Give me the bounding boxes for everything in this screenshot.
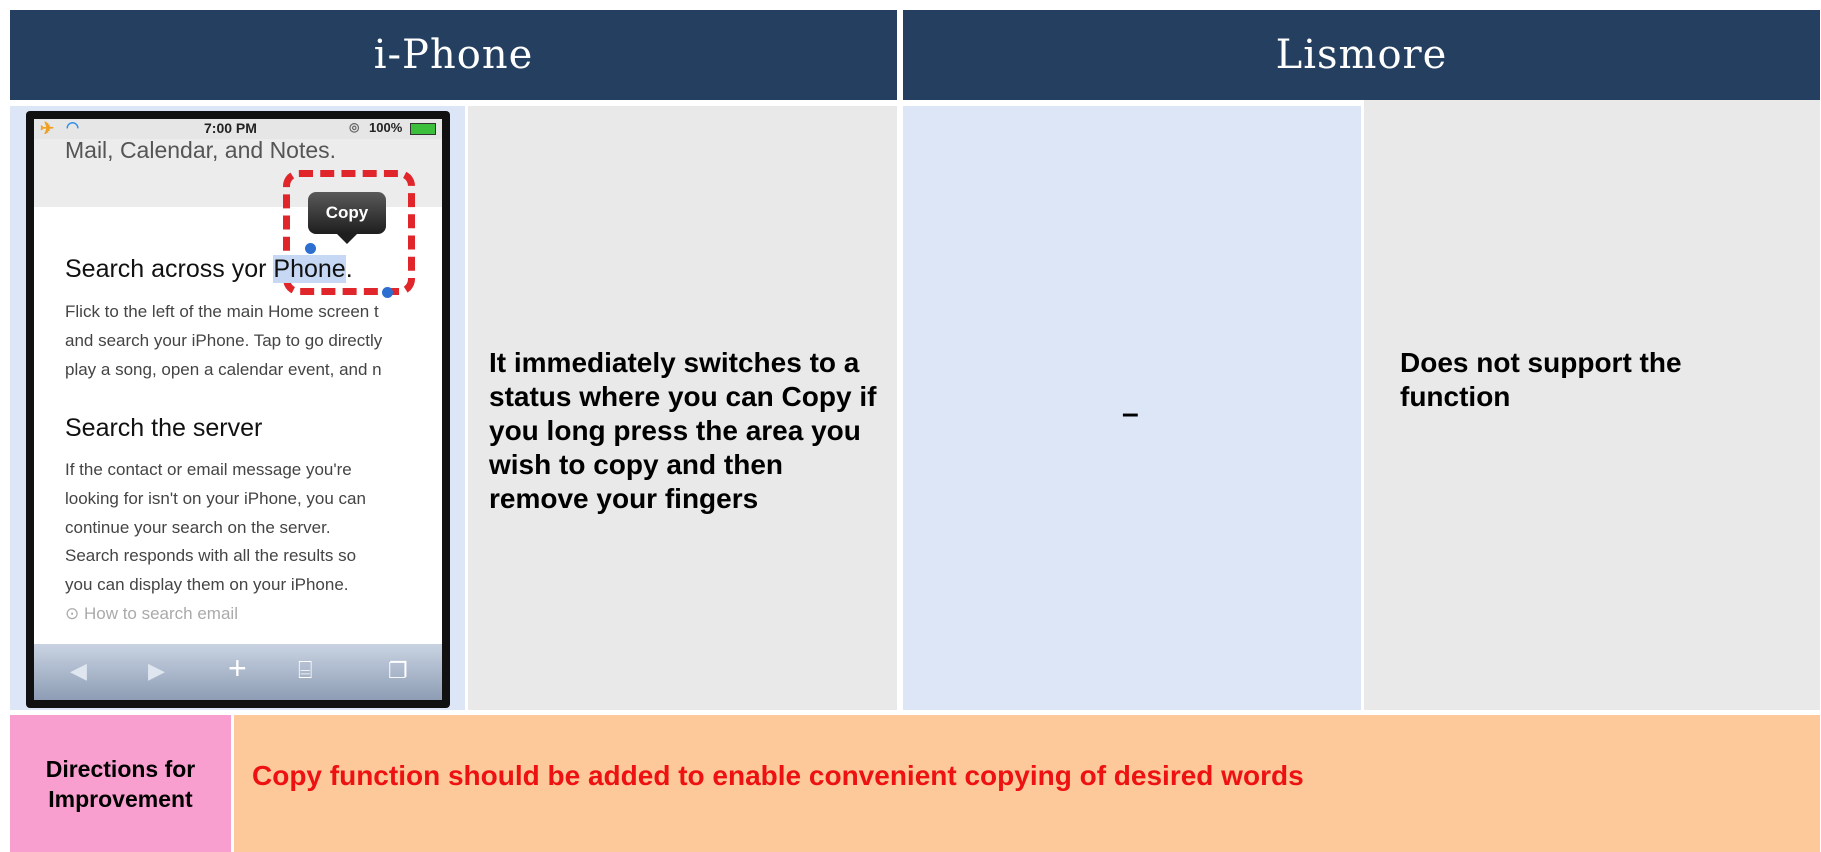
add-icon[interactable]: + (228, 652, 247, 684)
copy-button-label: Copy (325, 203, 369, 222)
para1-line3: play a song, open a calendar event, and … (65, 360, 382, 379)
lismore-value: – (1122, 397, 1139, 430)
heading-search-across: Search across yor Phone. (65, 255, 353, 284)
selection-handle-start[interactable] (305, 243, 316, 254)
search-email-link-label: How to search email (83, 604, 238, 623)
safari-toolbar: ◀ ▶ + ⌸ ❐ (34, 644, 442, 700)
airplane-icon: ✈ (40, 119, 55, 138)
para1-line2: and search your iPhone. Tap to go direct… (65, 331, 383, 350)
copy-popup-pointer (336, 233, 358, 244)
wifi-icon: ◠ (66, 119, 80, 136)
heading-prefix: Search across yo (65, 255, 259, 283)
para2-line5: you can display them on your iPhone. (65, 575, 349, 594)
circle-arrow-icon: ⊙ (65, 604, 84, 623)
iphone-screen: ✈ ◠ 7:00 PM ◎ 100% Mail, Calendar, and N… (34, 119, 442, 700)
heading-mid: r (258, 255, 274, 283)
pages-icon[interactable]: ❐ (388, 656, 408, 686)
improvement-text-cell: Copy function should be added to enable … (234, 715, 1820, 852)
header-lismore-title: Lismore (1275, 32, 1448, 78)
battery-icon (410, 123, 436, 135)
forward-icon[interactable]: ▶ (148, 656, 165, 686)
header-lismore: Lismore (903, 10, 1820, 100)
heading-search-server: Search the server (65, 414, 263, 442)
lismore-description-cell: Does not support the function (1364, 100, 1820, 710)
header-iphone-title: i-Phone (373, 32, 534, 78)
para2-line1: If the contact or email message you're (65, 460, 352, 479)
para2-line4: Search responds with all the results so (65, 546, 357, 565)
status-time: 7:00 PM (204, 120, 257, 136)
para2-line2: looking for isn't on your iPhone, you ca… (65, 489, 366, 508)
iphone-description: It immediately switches to a status wher… (489, 347, 877, 514)
improvement-label: Directions for Improvement (45, 755, 196, 812)
lock-icon: ◎ (349, 120, 360, 134)
back-icon[interactable]: ◀ (70, 656, 87, 686)
improvement-text: Copy function should be added to enable … (252, 760, 1304, 791)
para1-line1: Flick to the left of the main Home scree… (65, 302, 379, 321)
iphone-screenshot: ✈ ◠ 7:00 PM ◎ 100% Mail, Calendar, and N… (26, 111, 450, 708)
header-iphone: i-Phone (10, 10, 897, 100)
copy-button[interactable]: Copy (308, 192, 386, 234)
heading-suffix: . (345, 255, 353, 283)
lismore-value-cell: – (903, 106, 1361, 710)
selected-text[interactable]: Phone (273, 255, 346, 283)
battery-percent: 100% (369, 120, 403, 135)
search-email-link[interactable]: ⊙ How to search email (65, 604, 238, 624)
improvement-label-cell: Directions for Improvement (10, 715, 231, 852)
iphone-description-cell: It immediately switches to a status wher… (468, 106, 897, 710)
para2-line3: continue your search on the server. (65, 518, 331, 537)
bookmarks-icon[interactable]: ⌸ (298, 656, 312, 686)
top-text: Mail, Calendar, and Notes. (65, 137, 337, 163)
lismore-description: Does not support the function (1400, 347, 1682, 412)
selection-handle-end[interactable] (382, 287, 393, 298)
status-bar: ✈ ◠ 7:00 PM ◎ 100% (34, 119, 442, 139)
